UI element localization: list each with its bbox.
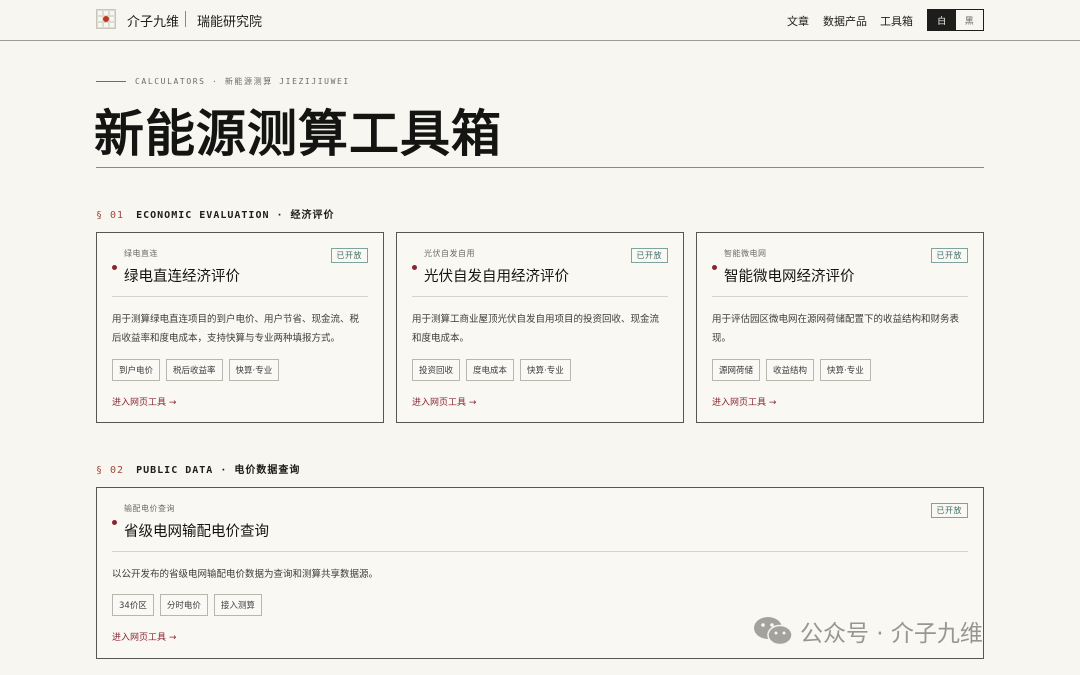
card-title[interactable]: 光伏自发自用经济评价 <box>424 265 569 286</box>
card-description: 用于测算绿电直连项目的到户电价、用户节省、现金流、税后收益率和度电成本，支持快算… <box>112 314 360 344</box>
status-badge: 已开放 <box>930 248 968 263</box>
card-eyebrow: 光伏自发自用 <box>424 249 475 258</box>
card-eyebrow: 智能微电网 <box>724 249 767 258</box>
card-divider <box>712 296 968 297</box>
tag: 到户电价 <box>112 359 161 381</box>
tool-card-microgrid[interactable]: 智能微电网 已开放 智能微电网经济评价 用于评估园区微电网在源网荷储配置下的收益… <box>696 232 984 423</box>
card-eyebrow: 输配电价查询 <box>124 504 175 513</box>
section-number: § 02 <box>96 465 125 476</box>
tag: 投资回收 <box>412 359 461 381</box>
top-navbar: 介子九维 瑞能研究院 文章 数据产品 工具箱 白 黑 <box>0 0 1080 41</box>
bullet-dot-icon <box>712 265 717 270</box>
brand-name[interactable]: 介子九维 <box>127 11 179 30</box>
nav-data-products[interactable]: 数据产品 <box>823 13 867 29</box>
card-title[interactable]: 智能微电网经济评价 <box>724 265 855 286</box>
tag: 34价区 <box>112 594 154 616</box>
tag-list: 源网荷储 收益结构 快算·专业 <box>712 359 871 381</box>
tag: 快算·专业 <box>820 359 871 381</box>
section-heading-public-data: § 02 PUBLIC DATA · 电价数据查询 <box>96 461 300 476</box>
status-badge: 已开放 <box>930 503 968 518</box>
bullet-dot-icon <box>412 265 417 270</box>
nav-toolbox[interactable]: 工具箱 <box>880 13 913 29</box>
section-title: ECONOMIC EVALUATION · 经济评价 <box>136 210 335 221</box>
eyebrow-line <box>96 81 126 82</box>
tool-card-pv-self-use[interactable]: 光伏自发自用 已开放 光伏自发自用经济评价 用于测算工商业屋顶光伏自发自用项目的… <box>396 232 684 423</box>
tag-list: 投资回收 度电成本 快算·专业 <box>412 359 571 381</box>
status-badge: 已开放 <box>330 248 368 263</box>
theme-toggle[interactable]: 白 黑 <box>927 9 984 31</box>
open-tool-link[interactable]: 进入网页工具 → <box>712 395 776 408</box>
card-title[interactable]: 省级电网输配电价查询 <box>124 520 269 541</box>
wechat-icon <box>754 617 793 646</box>
brand-divider <box>185 11 186 27</box>
open-tool-link[interactable]: 进入网页工具 → <box>412 395 476 408</box>
page-eyebrow: CALCULATORS · 新能源测算 JIEZIJIUWEI <box>135 77 350 86</box>
hero-divider <box>96 167 984 168</box>
bullet-dot-icon <box>112 265 117 270</box>
card-divider <box>412 296 668 297</box>
tag: 收益结构 <box>766 359 815 381</box>
logo-icon[interactable] <box>96 9 116 29</box>
bullet-dot-icon <box>112 520 117 525</box>
tag: 度电成本 <box>466 359 515 381</box>
open-tool-link[interactable]: 进入网页工具 → <box>112 395 176 408</box>
nav-articles[interactable]: 文章 <box>787 13 809 29</box>
brand-subtitle[interactable]: 瑞能研究院 <box>197 11 262 30</box>
theme-light-button[interactable]: 白 <box>928 10 956 30</box>
tag: 快算·专业 <box>520 359 571 381</box>
tag: 分时电价 <box>159 594 208 616</box>
card-description: 用于评估园区微电网在源网荷储配置下的收益结构和财务表现。 <box>712 314 960 344</box>
section-title: PUBLIC DATA · 电价数据查询 <box>136 465 301 476</box>
theme-dark-button[interactable]: 黑 <box>955 10 983 30</box>
watermark-text: 公众号 · 介子九维 <box>800 621 983 647</box>
page-title: 新能源测算工具箱 <box>94 104 502 163</box>
tag: 快算·专业 <box>228 359 280 381</box>
section-heading-economic: § 01 ECONOMIC EVALUATION · 经济评价 <box>96 206 335 221</box>
card-divider <box>112 551 968 552</box>
tag-list: 到户电价 税后收益率 快算·专业 <box>112 359 280 381</box>
status-badge: 已开放 <box>630 248 668 263</box>
card-title[interactable]: 绿电直连经济评价 <box>124 265 240 286</box>
card-description: 以公开发布的省级电网输配电价数据为查询和测算共享数据源。 <box>112 569 379 580</box>
wechat-watermark: 公众号 · 介子九维 <box>752 614 983 648</box>
card-divider <box>112 296 368 297</box>
card-description: 用于测算工商业屋顶光伏自发自用项目的投资回收、现金流和度电成本。 <box>412 314 660 344</box>
card-eyebrow: 绿电直连 <box>124 249 158 258</box>
section-number: § 01 <box>96 210 125 221</box>
tag: 源网荷储 <box>712 359 761 381</box>
tag: 税后收益率 <box>166 359 223 381</box>
tag: 接入测算 <box>213 594 262 616</box>
open-tool-link[interactable]: 进入网页工具 → <box>112 630 176 643</box>
tool-card-green-power[interactable]: 绿电直连 已开放 绿电直连经济评价 用于测算绿电直连项目的到户电价、用户节省、现… <box>96 232 384 423</box>
tag-list: 34价区 分时电价 接入测算 <box>112 594 262 616</box>
